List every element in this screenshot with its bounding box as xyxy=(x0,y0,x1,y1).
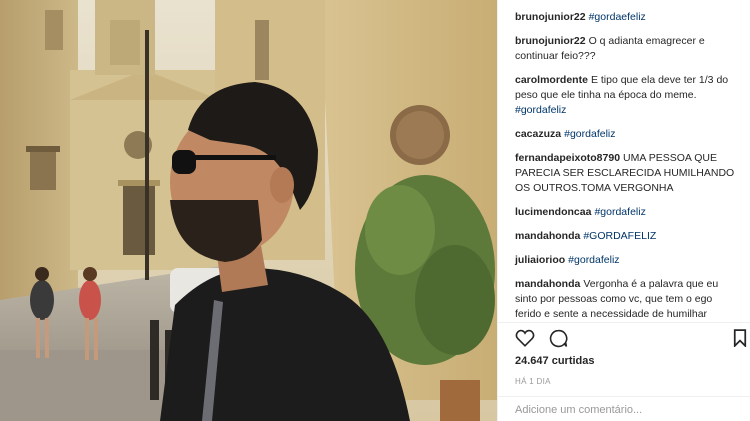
comment-item: mandahonda #GORDAFELIZ xyxy=(515,229,737,244)
comment-username[interactable]: lucimendoncaa xyxy=(515,206,591,218)
comment-hashtag[interactable]: #gordafeliz xyxy=(564,128,615,140)
comment-hashtag[interactable]: #GORDAFELIZ xyxy=(583,230,656,242)
comment-item: juliaiorioo #gordafeliz xyxy=(515,253,737,268)
comment-hashtag[interactable]: #gordafeliz xyxy=(515,104,566,116)
comment-list[interactable]: brunojunior22 #gordaefeliz brunojunior22 O… xyxy=(498,0,750,320)
comment-username[interactable]: cacazuza xyxy=(515,128,561,140)
add-comment-bar xyxy=(498,396,750,421)
bookmark-icon[interactable] xyxy=(733,329,747,352)
comment-username[interactable]: brunojunior22 xyxy=(515,35,586,47)
comment-username[interactable]: juliaiorioo xyxy=(515,254,565,266)
comment-username[interactable]: carolmordente xyxy=(515,74,588,86)
comment-username[interactable]: brunojunior22 xyxy=(515,11,586,23)
comment-item: brunojunior22 O q adianta emagrecer e con… xyxy=(515,34,737,64)
comment-hashtag[interactable]: #gordafeliz xyxy=(594,206,645,218)
comment-username[interactable]: mandahonda xyxy=(515,278,580,290)
comment-item: cacazuza #gordafeliz xyxy=(515,127,737,142)
comments-panel: brunojunior22 #gordaefeliz brunojunior22 O… xyxy=(497,0,750,421)
add-comment-input[interactable] xyxy=(515,402,735,418)
comment-hashtag[interactable]: #gordafeliz xyxy=(568,254,619,266)
post-photo[interactable] xyxy=(0,0,497,421)
speech-bubble-icon[interactable] xyxy=(549,329,568,353)
likes-count[interactable]: 24.647 curtidas xyxy=(515,355,595,367)
comment-hashtag[interactable]: #gordaefeliz xyxy=(589,11,646,23)
post-actions xyxy=(498,322,750,353)
comment-username[interactable]: mandahonda xyxy=(515,230,580,242)
comment-item: carolmordente E tipo que ela deve ter 1/3… xyxy=(515,73,737,118)
comment-item: brunojunior22 #gordaefeliz xyxy=(515,10,737,25)
comment-item: mandahonda Vergonha é a palavra que eu si… xyxy=(515,277,737,320)
street-scene-image xyxy=(0,0,497,421)
comment-username[interactable]: fernandapeixoto8790 xyxy=(515,152,620,164)
heart-outline-icon[interactable] xyxy=(515,329,535,352)
post-timestamp: HÁ 1 DIA xyxy=(515,377,551,386)
comment-item: lucimendoncaa #gordafeliz xyxy=(515,205,737,220)
comment-item: fernandapeixoto8790 UMA PESSOA QUE PARECI… xyxy=(515,151,737,196)
